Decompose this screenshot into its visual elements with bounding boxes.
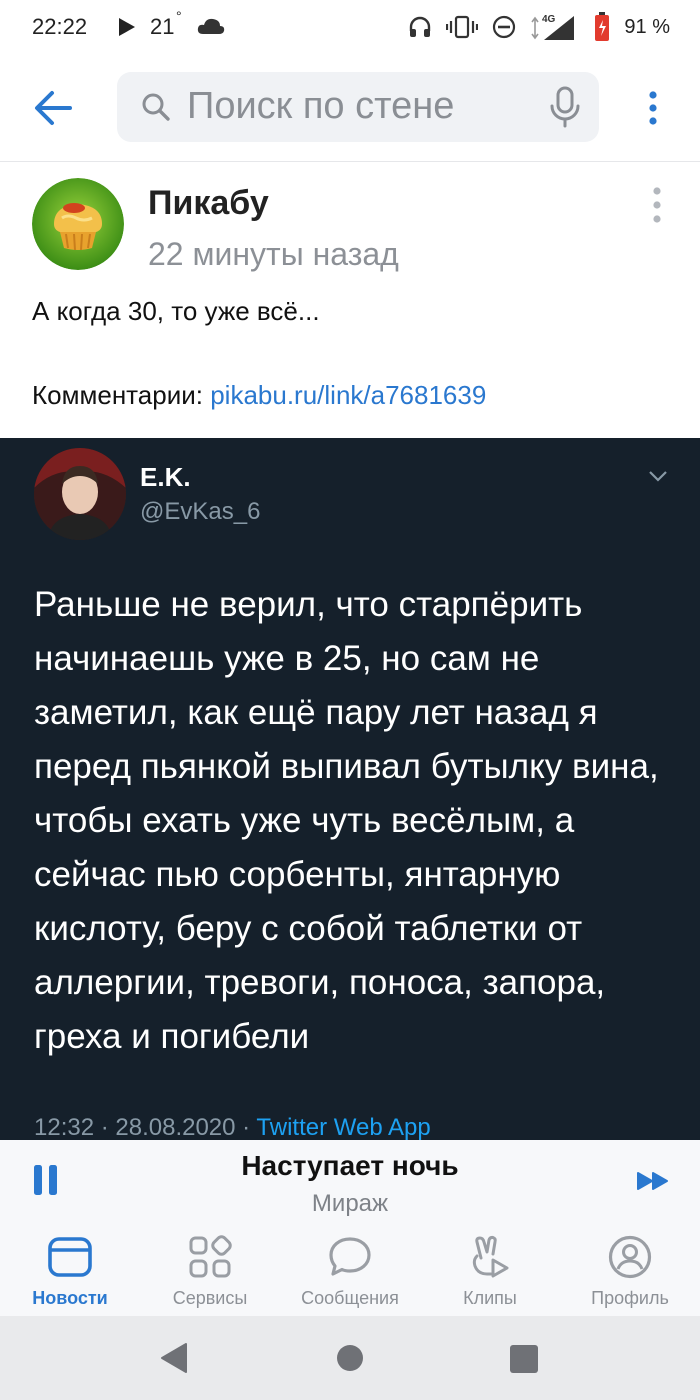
post-comments-line: Комментарии: pikabu.ru/link/a7681639 [32, 380, 486, 411]
tweet-meta: 12:32 · 28.08.2020 · Twitter Web App [34, 1114, 431, 1140]
post-text: А когда 30, то уже всё... [32, 296, 320, 326]
wall-search-field[interactable]: Поиск по стене [117, 72, 599, 142]
profile-icon [608, 1235, 652, 1279]
post-author-name[interactable]: Пикабу [148, 184, 269, 223]
next-track-icon[interactable] [636, 1170, 670, 1192]
signal-icon: 4G [531, 14, 575, 40]
status-temperature: 21 [150, 14, 175, 39]
tweet-text: Раньше не верил, что старпёрить начинаеш… [34, 585, 659, 1056]
track-title: Наступает ночь [241, 1150, 459, 1181]
nav-messages-label: Сообщения [301, 1288, 399, 1308]
tweet-source: Twitter Web App [256, 1114, 431, 1140]
tweet-author-avatar [34, 448, 126, 540]
search-placeholder: Поиск по стене [187, 85, 455, 127]
status-bar: 22:22 21 ° 4G 91 % [0, 0, 700, 54]
messages-icon [329, 1237, 371, 1276]
nav-messages[interactable]: Сообщения [280, 1226, 420, 1316]
more-vertical-icon[interactable] [644, 90, 662, 126]
clips-icon [472, 1235, 509, 1278]
post-timestamp: 22 минуты назад [148, 236, 399, 272]
post-author-avatar[interactable] [32, 178, 124, 270]
services-icon [189, 1235, 232, 1278]
nav-profile[interactable]: Профиль [560, 1226, 700, 1316]
nav-services-label: Сервисы [172, 1288, 248, 1308]
comments-link[interactable]: pikabu.ru/link/a7681639 [210, 380, 486, 410]
audio-player-bar[interactable]: Наступает ночь Мираж [0, 1140, 700, 1226]
wall-search-header: Поиск по стене [0, 54, 700, 162]
nav-news-label: Новости [32, 1288, 108, 1308]
tweet-author-handle: @EvKas_6 [140, 498, 261, 525]
system-recents-icon[interactable] [510, 1345, 538, 1373]
comments-label: Комментарии: [32, 380, 211, 410]
dnd-icon [493, 15, 516, 39]
status-time: 22:22 [32, 14, 88, 39]
back-arrow-icon[interactable] [30, 88, 76, 128]
pikabu-logo [32, 178, 124, 270]
status-right-icons: 4G 91 % [408, 10, 670, 44]
system-back-icon[interactable] [160, 1342, 188, 1374]
battery-icon [595, 12, 610, 41]
news-icon [48, 1237, 92, 1277]
bottom-navigation: Новости Сервисы Сообщения Клипы Профиль [0, 1226, 700, 1316]
status-degree: ° [176, 8, 182, 24]
headphones-icon [410, 16, 431, 37]
tweet-datetime: 12:32 · 28.08.2020 · [34, 1114, 257, 1140]
search-icon [142, 93, 170, 121]
nav-news[interactable]: Новости [0, 1226, 140, 1316]
play-notification-icon [119, 18, 135, 36]
nav-clips-label: Клипы [463, 1288, 517, 1308]
chevron-down-icon [649, 471, 667, 482]
nav-profile-label: Профиль [591, 1288, 669, 1308]
post-image-tweet[interactable]: E.K. @EvKas_6 Раньше не верил, что старп… [0, 438, 700, 1140]
vibrate-icon [446, 15, 479, 39]
cloud-icon [197, 18, 225, 34]
network-type: 4G [542, 14, 556, 25]
nav-services[interactable]: Сервисы [140, 1226, 280, 1316]
system-navigation-bar [0, 1316, 700, 1400]
battery-percent: 91 % [624, 15, 670, 38]
tweet-author-name: E.K. [140, 462, 191, 492]
microphone-icon[interactable] [549, 86, 581, 128]
track-artist: Мираж [311, 1190, 389, 1217]
nav-clips[interactable]: Клипы [420, 1226, 560, 1316]
system-home-icon[interactable] [337, 1345, 363, 1371]
post-more-icon[interactable] [648, 186, 666, 224]
